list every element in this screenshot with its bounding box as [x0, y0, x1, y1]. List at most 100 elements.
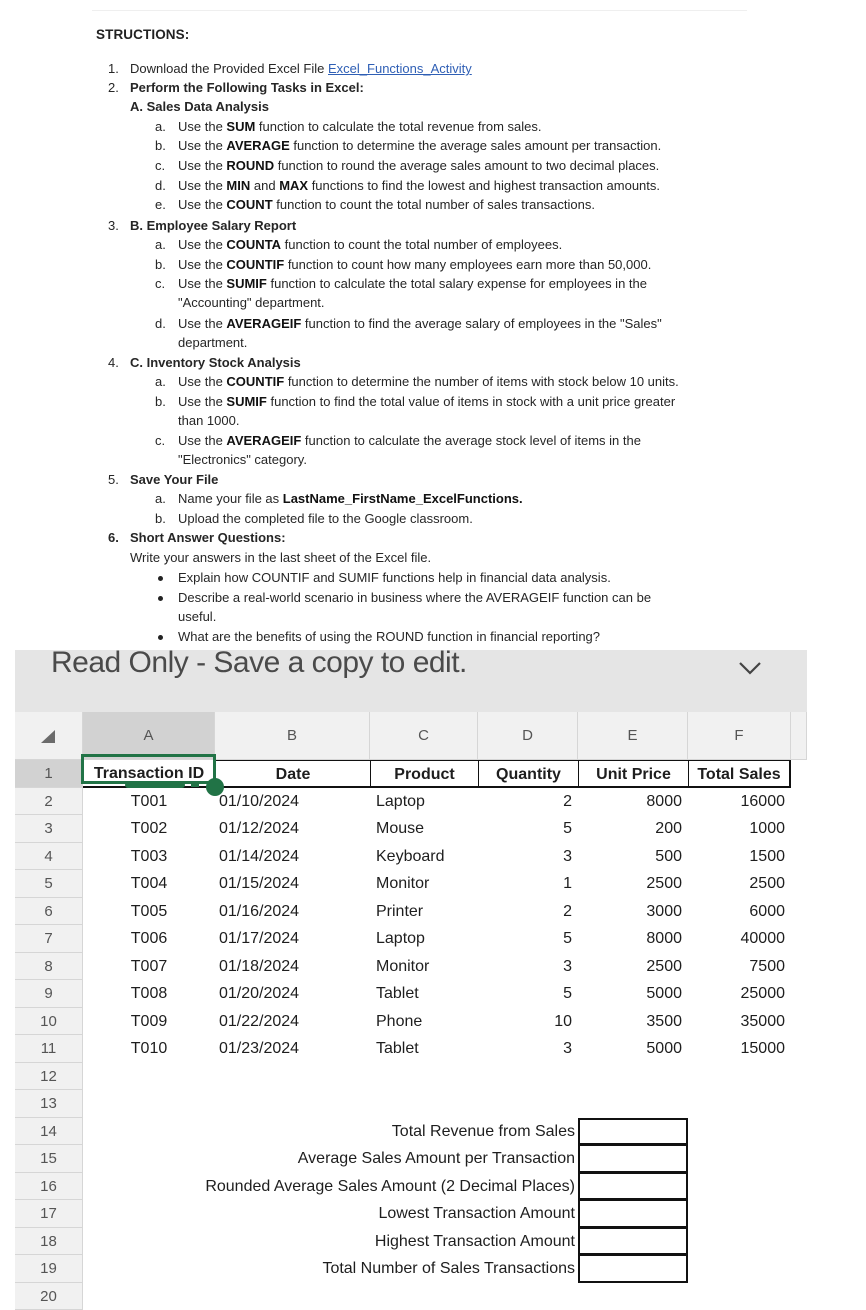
cell-unit-price[interactable]: 2500: [578, 953, 688, 981]
cell-total-sales[interactable]: 35000: [688, 1008, 791, 1036]
row-header-7[interactable]: 7: [15, 925, 83, 953]
cell-total-sales[interactable]: 2500: [688, 870, 791, 898]
row-header-9[interactable]: 9: [15, 980, 83, 1008]
cell-product[interactable]: Monitor: [370, 953, 478, 981]
cell-transaction-id[interactable]: T009: [83, 1008, 215, 1036]
cell-date[interactable]: 01/15/2024: [215, 870, 370, 898]
summary-answer-cell[interactable]: [578, 1200, 688, 1228]
row-header-16[interactable]: 16: [15, 1173, 83, 1201]
header-cell-date[interactable]: Date: [215, 760, 370, 788]
cell-transaction-id[interactable]: T003: [83, 843, 215, 871]
cell-quantity[interactable]: 3: [478, 1035, 578, 1063]
cell-date[interactable]: 01/20/2024: [215, 980, 370, 1008]
cell-unit-price[interactable]: 2500: [578, 870, 688, 898]
cell-total-sales[interactable]: 6000: [688, 898, 791, 926]
header-cell-quantity[interactable]: Quantity: [478, 760, 578, 788]
row-header-19[interactable]: 19: [15, 1255, 83, 1283]
row-header-12[interactable]: 12: [15, 1063, 83, 1091]
excel-file-link[interactable]: Excel_Functions_Activity: [328, 61, 472, 76]
cell-quantity[interactable]: 10: [478, 1008, 578, 1036]
cell-product[interactable]: Tablet: [370, 980, 478, 1008]
summary-answer-cell[interactable]: [578, 1173, 688, 1201]
cell-product[interactable]: Phone: [370, 1008, 478, 1036]
cell-date[interactable]: 01/18/2024: [215, 953, 370, 981]
row-header-6[interactable]: 6: [15, 898, 83, 926]
row-header-1[interactable]: 1: [15, 760, 83, 788]
cell-product[interactable]: Tablet: [370, 1035, 478, 1063]
cell-unit-price[interactable]: 3500: [578, 1008, 688, 1036]
chevron-down-icon[interactable]: [735, 656, 765, 680]
column-header-e[interactable]: E: [578, 712, 688, 760]
row-header-17[interactable]: 17: [15, 1200, 83, 1228]
column-header-c[interactable]: C: [370, 712, 478, 760]
row-header-13[interactable]: 13: [15, 1090, 83, 1118]
header-cell-product[interactable]: Product: [370, 760, 478, 788]
cell-date[interactable]: 01/16/2024: [215, 898, 370, 926]
column-header-d[interactable]: D: [478, 712, 578, 760]
cell-product[interactable]: Laptop: [370, 925, 478, 953]
cell-total-sales[interactable]: 15000: [688, 1035, 791, 1063]
row-header-10[interactable]: 10: [15, 1008, 83, 1036]
column-header-a[interactable]: A: [83, 712, 215, 760]
cell-transaction-id[interactable]: T006: [83, 925, 215, 953]
cell-quantity[interactable]: 3: [478, 953, 578, 981]
row-header-4[interactable]: 4: [15, 843, 83, 871]
cell-quantity[interactable]: 5: [478, 980, 578, 1008]
row-header-18[interactable]: 18: [15, 1228, 83, 1256]
summary-answer-cell[interactable]: [578, 1255, 688, 1283]
cell-quantity[interactable]: 5: [478, 925, 578, 953]
cell-total-sales[interactable]: 16000: [688, 788, 791, 816]
cell-transaction-id[interactable]: T005: [83, 898, 215, 926]
cell-unit-price[interactable]: 8000: [578, 925, 688, 953]
cell-product[interactable]: Printer: [370, 898, 478, 926]
summary-answer-cell[interactable]: [578, 1145, 688, 1173]
header-cell-unit-price[interactable]: Unit Price: [578, 760, 688, 788]
row-header-20[interactable]: 20: [15, 1283, 83, 1310]
cell-unit-price[interactable]: 5000: [578, 1035, 688, 1063]
cell-quantity[interactable]: 2: [478, 788, 578, 816]
cell-total-sales[interactable]: 7500: [688, 953, 791, 981]
cell-date[interactable]: 01/10/2024: [215, 788, 370, 816]
spreadsheet-grid[interactable]: ABCDEF 1234567891011121314151617181920 T…: [15, 712, 866, 1298]
cell-quantity[interactable]: 1: [478, 870, 578, 898]
cell-product[interactable]: Keyboard: [370, 843, 478, 871]
cell-product[interactable]: Monitor: [370, 870, 478, 898]
select-all-corner[interactable]: [15, 712, 83, 760]
cell-total-sales[interactable]: 40000: [688, 925, 791, 953]
cell-date[interactable]: 01/23/2024: [215, 1035, 370, 1063]
summary-answer-cell[interactable]: [578, 1118, 688, 1146]
cell-quantity[interactable]: 5: [478, 815, 578, 843]
cell-transaction-id[interactable]: T001: [83, 788, 215, 816]
column-header-b[interactable]: B: [215, 712, 370, 760]
cell-date[interactable]: 01/12/2024: [215, 815, 370, 843]
column-header-g[interactable]: [791, 712, 807, 760]
cell-unit-price[interactable]: 3000: [578, 898, 688, 926]
row-header-15[interactable]: 15: [15, 1145, 83, 1173]
cell-unit-price[interactable]: 200: [578, 815, 688, 843]
row-header-14[interactable]: 14: [15, 1118, 83, 1146]
cell-total-sales[interactable]: 1000: [688, 815, 791, 843]
header-cell-total-sales[interactable]: Total Sales: [688, 760, 791, 788]
row-header-2[interactable]: 2: [15, 788, 83, 816]
cell-transaction-id[interactable]: T007: [83, 953, 215, 981]
cell-unit-price[interactable]: 500: [578, 843, 688, 871]
column-header-f[interactable]: F: [688, 712, 791, 760]
cell-date[interactable]: 01/22/2024: [215, 1008, 370, 1036]
row-header-5[interactable]: 5: [15, 870, 83, 898]
row-header-3[interactable]: 3: [15, 815, 83, 843]
cell-transaction-id[interactable]: T008: [83, 980, 215, 1008]
cell-product[interactable]: Laptop: [370, 788, 478, 816]
cell-unit-price[interactable]: 8000: [578, 788, 688, 816]
cell-product[interactable]: Mouse: [370, 815, 478, 843]
cell-quantity[interactable]: 3: [478, 843, 578, 871]
cell-unit-price[interactable]: 5000: [578, 980, 688, 1008]
cell-transaction-id[interactable]: T002: [83, 815, 215, 843]
cell-quantity[interactable]: 2: [478, 898, 578, 926]
row-header-8[interactable]: 8: [15, 953, 83, 981]
cell-transaction-id[interactable]: T010: [83, 1035, 215, 1063]
cell-total-sales[interactable]: 25000: [688, 980, 791, 1008]
cell-total-sales[interactable]: 1500: [688, 843, 791, 871]
selection-drag-bar[interactable]: [125, 782, 185, 788]
row-header-11[interactable]: 11: [15, 1035, 83, 1063]
selection-handle[interactable]: [206, 778, 224, 796]
